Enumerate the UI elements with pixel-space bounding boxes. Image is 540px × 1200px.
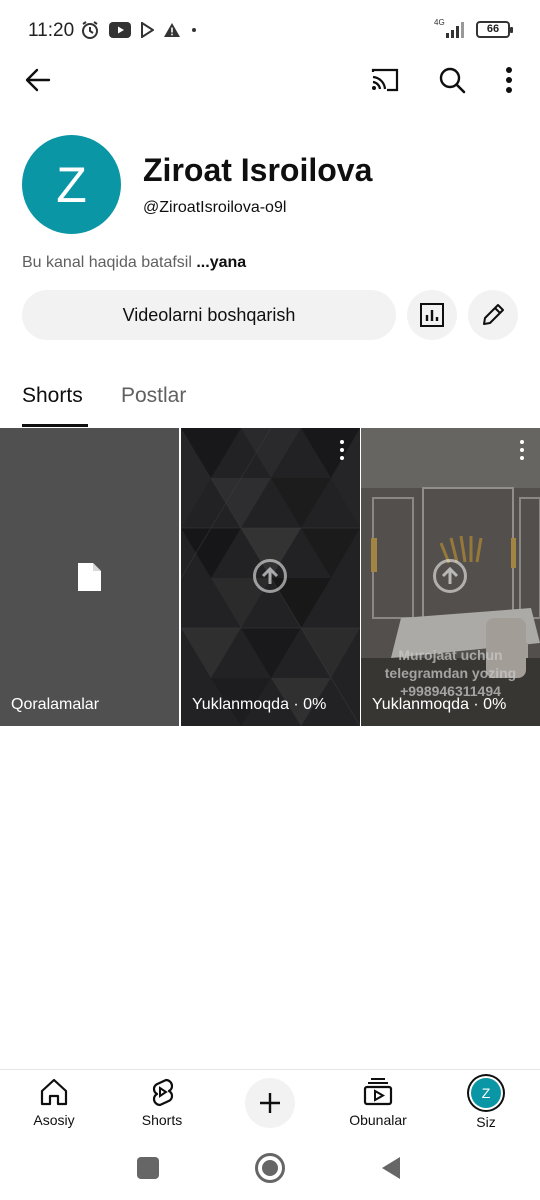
tile-more-button[interactable] bbox=[334, 440, 350, 460]
channel-description[interactable]: Bu kanal haqida batafsil ...yana bbox=[22, 254, 246, 272]
analytics-button[interactable] bbox=[407, 290, 457, 340]
signal-icon: 4G bbox=[434, 18, 468, 38]
more-vert-icon bbox=[506, 67, 512, 93]
upload-icon bbox=[253, 559, 287, 593]
cast-icon bbox=[371, 68, 399, 92]
back-arrow-icon bbox=[25, 68, 51, 92]
shorts-tile-drafts[interactable]: Qoralamalar bbox=[0, 428, 179, 726]
status-time: 11:20 bbox=[28, 20, 75, 41]
channel-name: Ziroat Isroilova bbox=[143, 152, 373, 188]
shorts-icon bbox=[152, 1078, 174, 1106]
upload-icon bbox=[433, 559, 467, 593]
home-icon bbox=[40, 1078, 68, 1106]
back-button[interactable] bbox=[16, 58, 60, 102]
create-button[interactable] bbox=[245, 1078, 295, 1128]
avatar: Z bbox=[471, 1078, 501, 1108]
back-triangle-icon[interactable] bbox=[380, 1156, 402, 1180]
tile-label: Yuklanmoqda · 0% bbox=[192, 696, 327, 713]
description-text: Bu kanal haqida batafsil bbox=[22, 254, 192, 271]
draft-file-icon bbox=[78, 563, 101, 591]
manage-videos-button[interactable]: Videolarni boshqarish bbox=[22, 290, 396, 340]
nav-you[interactable]: Z Siz bbox=[441, 1078, 531, 1130]
alarm-icon bbox=[82, 21, 98, 39]
shorts-tile-uploading[interactable]: Murojaat uchun telegramdan yozing +99894… bbox=[361, 428, 540, 726]
tab-shorts[interactable]: Shorts bbox=[22, 384, 83, 408]
home-button[interactable] bbox=[255, 1153, 285, 1183]
search-button[interactable] bbox=[430, 58, 474, 102]
status-bar: 11:20 4G 66 bbox=[0, 0, 540, 60]
analytics-icon bbox=[420, 303, 444, 327]
add-icon bbox=[260, 1093, 280, 1113]
edit-pencil-icon bbox=[483, 304, 504, 325]
battery-indicator: 66 bbox=[476, 20, 513, 38]
description-more-link[interactable]: ...yana bbox=[196, 254, 246, 271]
thumbnail-watermark: Murojaat uchun telegramdan yozing +99894… bbox=[384, 647, 517, 699]
shorts-tile-uploading[interactable]: Yuklanmoqda · 0% bbox=[181, 428, 360, 726]
notification-dot-icon bbox=[192, 28, 196, 32]
channel-avatar[interactable]: Z bbox=[22, 135, 121, 234]
top-app-bar bbox=[0, 56, 540, 104]
tile-label: Qoralamalar bbox=[11, 696, 100, 713]
nav-home[interactable]: Asosiy bbox=[9, 1078, 99, 1128]
more-options-button[interactable] bbox=[487, 58, 531, 102]
tab-posts[interactable]: Postlar bbox=[121, 384, 186, 408]
channel-tabs: Shorts Postlar bbox=[0, 372, 540, 428]
recents-button[interactable] bbox=[137, 1157, 159, 1179]
cast-button[interactable] bbox=[363, 58, 407, 102]
nav-shorts[interactable]: Shorts bbox=[117, 1078, 207, 1128]
system-navigation-bar bbox=[0, 1140, 540, 1200]
nav-subscriptions[interactable]: Obunalar bbox=[333, 1078, 423, 1128]
tile-more-button[interactable] bbox=[514, 440, 530, 460]
tile-label: Yuklanmoqda · 0% bbox=[372, 696, 507, 713]
channel-handle: @ZiroatIsroilova-o9l bbox=[143, 199, 287, 216]
play-store-icon bbox=[141, 22, 154, 38]
warning-icon bbox=[164, 23, 180, 37]
search-icon bbox=[439, 67, 466, 94]
bottom-navigation: Asosiy Shorts Obunalar Z Siz bbox=[0, 1069, 540, 1137]
subscriptions-icon bbox=[363, 1078, 393, 1106]
youtube-notification-icon bbox=[109, 22, 131, 38]
shorts-grid: Qoralamalar Yuklanmoqda · 0% Murojaat uc… bbox=[0, 428, 540, 726]
active-tab-indicator bbox=[22, 424, 88, 427]
edit-channel-button[interactable] bbox=[468, 290, 518, 340]
